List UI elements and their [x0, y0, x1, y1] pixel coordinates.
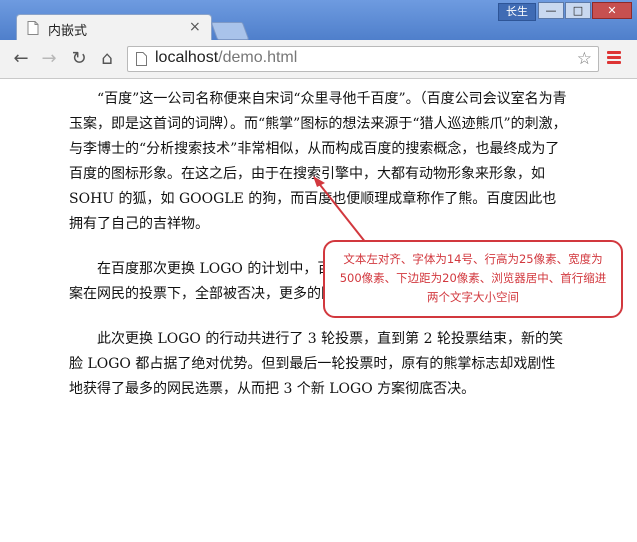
annotation-text: 文本左对齐、字体为14号、行高为25像素、宽度为500像素、下边距为20像素、浏…	[339, 252, 607, 304]
close-tab-icon[interactable]: ×	[189, 19, 201, 35]
maximize-button[interactable]: □	[565, 2, 591, 19]
tab-active[interactable]: 内嵌式 ×	[16, 14, 212, 41]
maximize-icon: □	[572, 4, 584, 17]
close-icon: ✕	[607, 4, 617, 17]
title-bar: 内嵌式 × 长生 — □ ✕	[0, 0, 637, 41]
bookmark-star-icon[interactable]: ☆	[577, 49, 592, 69]
minimize-button[interactable]: —	[538, 2, 564, 19]
back-button[interactable]: ←	[10, 48, 32, 70]
url-host: localhost	[155, 49, 219, 66]
paragraph-1: “百度”这一公司名称便来自宋词“众里寻他千百度”。（百度公司会议室名为青玉案，即…	[69, 91, 567, 232]
forward-button[interactable]: →	[38, 48, 60, 70]
minimize-icon: —	[545, 4, 557, 17]
menu-icon[interactable]	[607, 51, 621, 65]
annotation-callout: 文本左对齐、字体为14号、行高为25像素、宽度为500像素、下边距为20像素、浏…	[323, 240, 623, 318]
url-text: localhost/demo.html	[155, 49, 297, 67]
paragraph-3: 此次更换 LOGO 的行动共进行了 3 轮投票，直到第 2 轮投票结束，新的笑脸…	[69, 331, 563, 397]
home-button[interactable]: ⌂	[96, 48, 118, 70]
browser-window: 内嵌式 × 长生 — □ ✕ ← → ↻ ⌂ localhost/demo.ht…	[0, 0, 637, 542]
page-icon	[136, 52, 147, 66]
page-icon	[27, 21, 39, 35]
url-path: /demo.html	[218, 49, 298, 66]
new-tab-button[interactable]	[210, 22, 250, 40]
toolbar: ← → ↻ ⌂ localhost/demo.html ☆	[0, 40, 637, 79]
page-content: “百度”这一公司名称便来自宋词“众里寻他千百度”。（百度公司会议室名为青玉案，即…	[0, 79, 637, 542]
user-badge[interactable]: 长生	[498, 3, 536, 21]
tab-title: 内嵌式	[48, 24, 88, 39]
reload-button[interactable]: ↻	[68, 48, 90, 70]
close-window-button[interactable]: ✕	[592, 2, 632, 19]
address-bar[interactable]: localhost/demo.html ☆	[127, 46, 599, 72]
